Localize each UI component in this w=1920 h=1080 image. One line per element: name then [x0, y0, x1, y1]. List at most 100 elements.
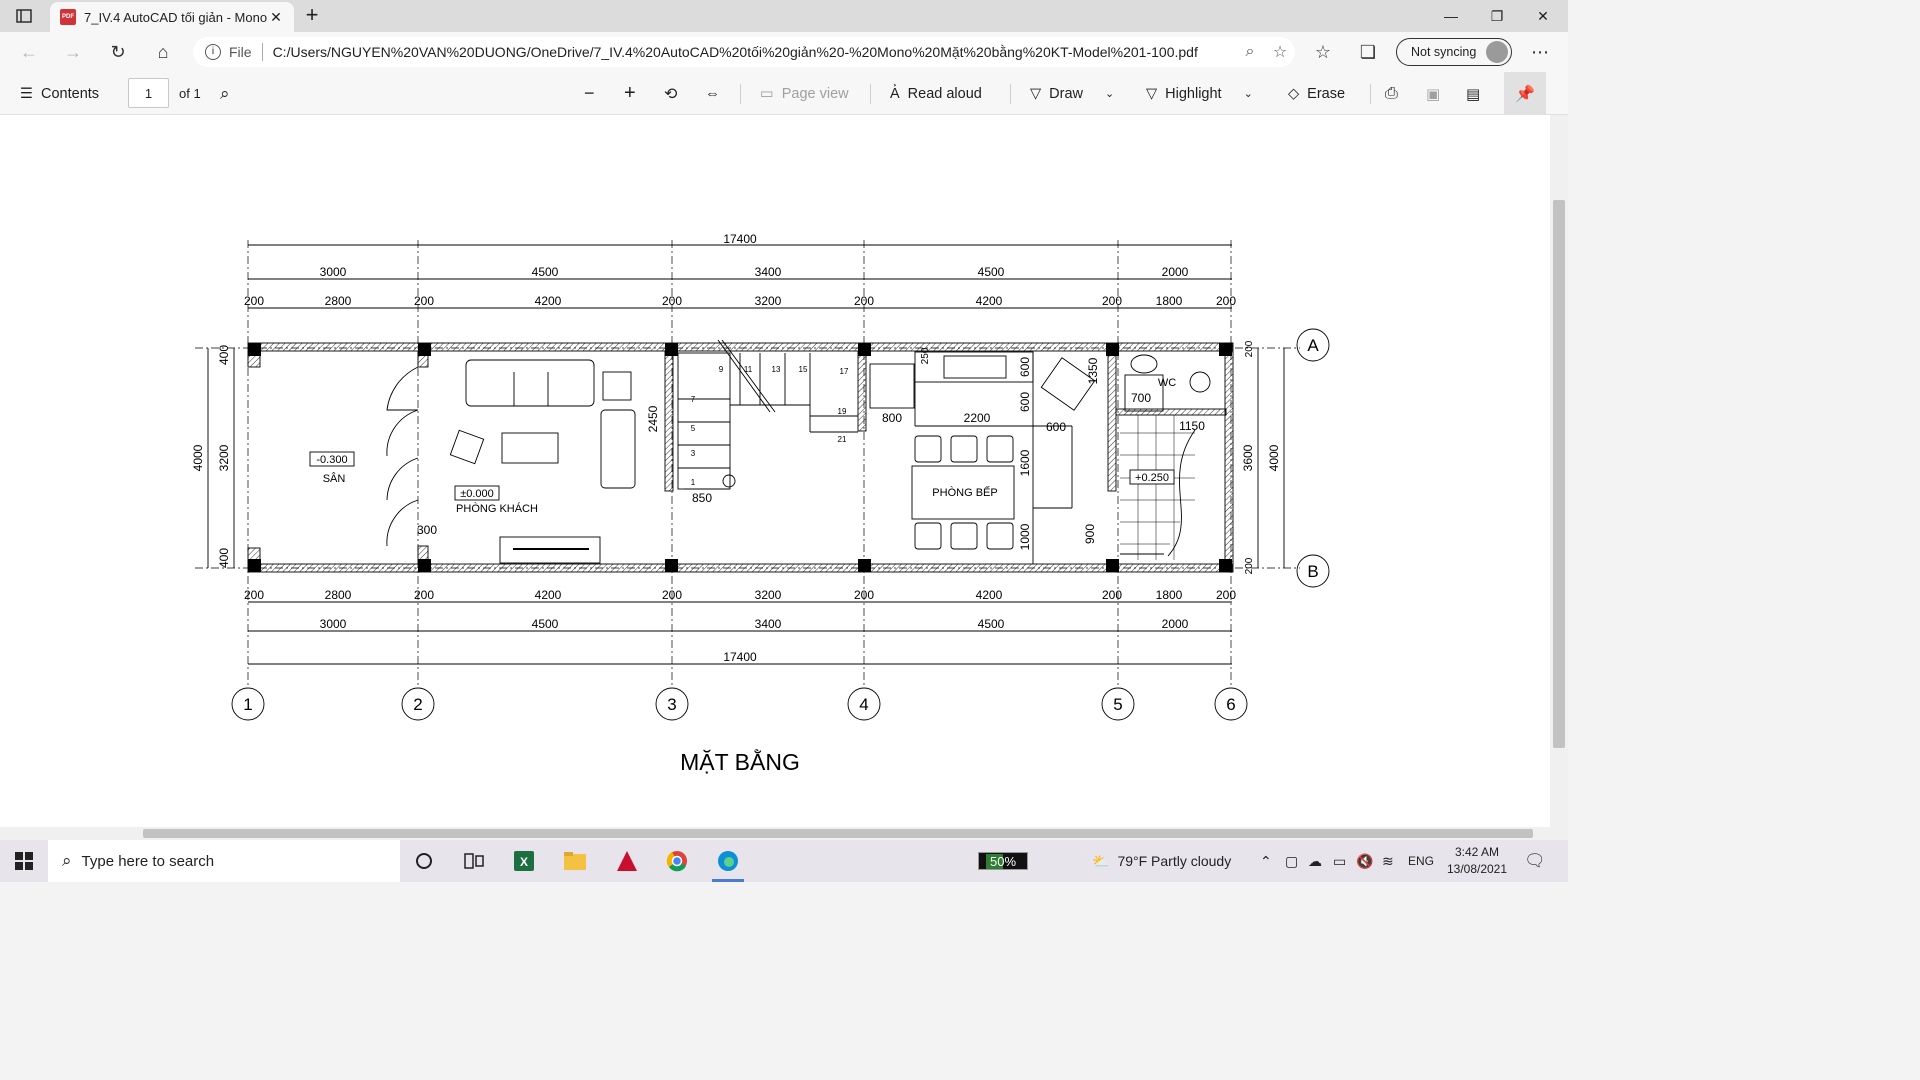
show-hidden-icons-chevron-icon[interactable]: ⌃	[1260, 840, 1272, 882]
task-view-icon[interactable]	[450, 840, 498, 882]
axis-bubble-label: 3	[667, 695, 676, 714]
save-icon[interactable]: ▣	[1426, 72, 1440, 115]
clock-time: 3:42 AM	[1454, 845, 1500, 859]
erase-button[interactable]: ◇ Erase	[1288, 72, 1345, 115]
rotate-icon[interactable]: ⟲	[664, 72, 677, 115]
favorites-icon[interactable]: ☆	[1308, 38, 1338, 66]
inner-dim: 850	[692, 491, 712, 505]
site-info-icon[interactable]: i	[205, 44, 221, 60]
back-button[interactable]: ←	[14, 38, 44, 66]
windows-start-icon[interactable]	[0, 840, 48, 882]
home-button[interactable]: ⌂	[148, 38, 178, 66]
draw-chevron-down-icon[interactable]: ⌄	[1105, 87, 1114, 100]
settings-more-icon[interactable]: ⋯	[1525, 38, 1555, 66]
axis-dim-top: 4500	[978, 265, 1005, 279]
address-divider	[261, 43, 263, 61]
vertical-scroll-thumb[interactable]	[1553, 200, 1565, 748]
partly-cloudy-icon: ⛅	[1092, 852, 1110, 869]
page-number-input[interactable]: 1	[128, 78, 169, 108]
horizontal-scrollbar[interactable]	[0, 827, 1568, 840]
search-icon[interactable]: ⌕	[220, 72, 230, 115]
tab-title: 7_IV.4 AutoCAD tối giản - Mono	[84, 9, 268, 25]
clear-dim-bottom: 200	[854, 588, 874, 602]
right-dim: 3600	[1241, 444, 1255, 471]
axis-dim-bottom: 3400	[755, 617, 782, 631]
pdf-page[interactable]: 17400 17400 3000 4500 3400 4500 2000 300…	[0, 115, 1550, 827]
url-text[interactable]: C:/Users/NGUYEN%20VAN%20DUONG/OneDrive/7…	[273, 44, 1235, 60]
address-toolbar: ← → ↻ ⌂ i File C:/Users/NGUYEN%20VAN%20D…	[0, 32, 1568, 72]
print-icon[interactable]: ⎙	[1385, 72, 1398, 115]
taskbar: ⌕ Type here to search X 50% ⛅ 79°F Partl…	[0, 840, 1568, 882]
page-total: of 1	[179, 86, 201, 101]
battery-indicator[interactable]: 50%	[978, 852, 1028, 870]
excel-app-icon[interactable]: X	[500, 840, 548, 882]
axis-bubble-label: A	[1307, 336, 1319, 355]
page-view-button[interactable]: ▭ Page view	[760, 72, 849, 115]
stair-number: 11	[744, 365, 753, 374]
edge-app-icon[interactable]	[704, 840, 752, 882]
inner-dim: 2450	[646, 405, 660, 432]
profile-sync-button[interactable]: Not syncing	[1396, 38, 1512, 66]
draw-button[interactable]: ▽ Draw ⌄	[1030, 72, 1114, 115]
battery-icon[interactable]: ▭	[1333, 840, 1346, 882]
fit-width-icon[interactable]: ⇔	[705, 72, 720, 115]
clear-dim-bottom: 1800	[1156, 588, 1183, 602]
highlight-chevron-down-icon[interactable]: ⌄	[1244, 87, 1253, 100]
collections-icon[interactable]: ❏	[1353, 38, 1383, 66]
toolbar-divider	[870, 84, 871, 104]
file-explorer-icon[interactable]	[551, 840, 599, 882]
vertical-scrollbar[interactable]	[1550, 115, 1568, 827]
toolbar-divider	[1010, 84, 1011, 104]
battery-percent: 50%	[985, 853, 1021, 869]
stair-number: 13	[772, 365, 781, 374]
wc-level: +0.250	[1135, 472, 1169, 484]
stair-number: 5	[691, 424, 696, 433]
clear-dim-bottom: 200	[662, 588, 682, 602]
refresh-button[interactable]: ↻	[103, 38, 133, 66]
clear-dim-top: 200	[662, 294, 682, 308]
clear-dim-bottom: 200	[244, 588, 264, 602]
contents-list-icon: ☰	[20, 85, 33, 102]
new-tab-button[interactable]: +	[300, 4, 324, 28]
notification-icon[interactable]: 🗨	[1524, 840, 1546, 882]
stair-number: 19	[838, 407, 847, 416]
overall-dim-top: 17400	[723, 232, 757, 246]
cortana-icon[interactable]	[400, 840, 448, 882]
right-dim: 200	[1244, 340, 1255, 357]
toolbar-divider	[1370, 84, 1371, 104]
weather-widget[interactable]: ⛅ 79°F Partly cloudy	[1092, 840, 1231, 882]
taskbar-search-box[interactable]: ⌕ Type here to search	[48, 840, 400, 882]
chrome-app-icon[interactable]	[653, 840, 701, 882]
zoom-out-button[interactable]: −	[584, 72, 595, 115]
room-label-living: PHÒNG KHÁCH	[456, 502, 538, 515]
zoom-icon[interactable]: ⌕	[1235, 43, 1265, 61]
tab-close-icon[interactable]: ✕	[268, 9, 284, 26]
tab-active[interactable]: PDF 7_IV.4 AutoCAD tối giản - Mono ✕	[50, 2, 294, 32]
minimize-button[interactable]: —	[1428, 0, 1474, 32]
restore-button[interactable]: ❐	[1474, 0, 1520, 32]
close-window-button[interactable]: ✕	[1520, 0, 1566, 32]
read-aloud-button[interactable]: A͐ Read aloud	[890, 72, 982, 115]
toolbar-divider	[740, 84, 741, 104]
left-dim: 400	[217, 548, 231, 568]
autocad-app-icon[interactable]	[603, 840, 651, 882]
wifi-icon[interactable]: ≋	[1382, 840, 1394, 882]
address-bar[interactable]: i File C:/Users/NGUYEN%20VAN%20DUONG/One…	[193, 37, 1295, 67]
contents-button[interactable]: ☰ Contents	[20, 72, 99, 115]
language-indicator[interactable]: ENG	[1408, 840, 1434, 882]
volume-muted-icon[interactable]: 🔇	[1356, 840, 1373, 882]
axis-dim-top: 3400	[755, 265, 782, 279]
forward-button[interactable]: →	[58, 38, 88, 66]
meet-now-icon[interactable]: ▢	[1285, 840, 1298, 882]
zoom-in-button[interactable]: +	[624, 72, 636, 115]
horizontal-scroll-thumb[interactable]	[143, 829, 1533, 838]
search-icon: ⌕	[62, 851, 72, 870]
axis-dim-bottom: 3000	[320, 617, 347, 631]
save-as-icon[interactable]: ▤	[1466, 72, 1480, 115]
add-favorite-icon[interactable]: ☆	[1265, 42, 1295, 62]
pin-toolbar-icon[interactable]: 📌	[1504, 72, 1546, 115]
tab-actions-icon[interactable]	[14, 7, 34, 25]
clock[interactable]: 3:42 AM 13/08/2021	[1438, 844, 1516, 878]
highlight-button[interactable]: ▽ Highlight ⌄	[1146, 72, 1253, 115]
onedrive-cloud-icon[interactable]: ☁	[1308, 840, 1322, 882]
